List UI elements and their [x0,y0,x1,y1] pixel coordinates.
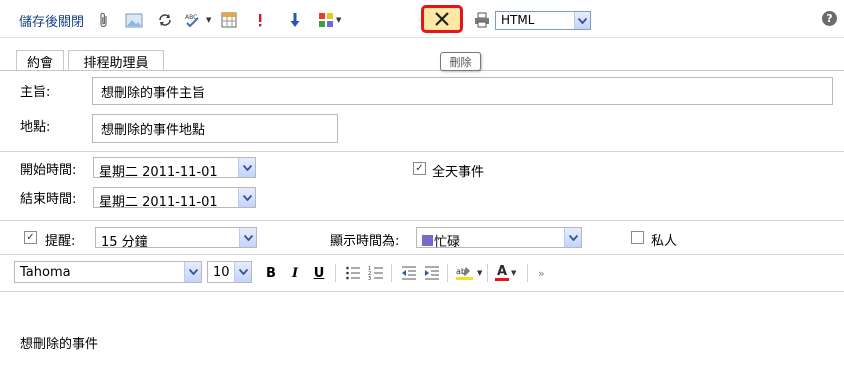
chevron-down-icon[interactable] [238,188,255,207]
chevron-down-icon[interactable] [239,228,256,247]
separator [527,264,528,282]
end-date-select[interactable]: 星期二 2011-11-01 [93,187,256,210]
message-format-select[interactable]: HTML [495,11,591,30]
spell-check-icon[interactable]: ABC ▼ [184,11,211,29]
location-label: 地點: [20,120,51,135]
all-day-label: 全天事件 [432,165,485,180]
recurrence-icon[interactable] [157,11,173,29]
message-body[interactable]: 想刪除的事件 [20,333,98,352]
separator [335,264,336,282]
font-family-value: Tahoma [20,265,71,280]
numbered-list-icon[interactable]: 123 [368,264,384,282]
chevron-down-icon: ▼ [477,269,483,277]
insert-table-icon[interactable] [221,11,237,29]
start-date-value: 星期二 2011-11-01 [99,165,218,180]
importance-high-icon[interactable] [257,11,263,29]
save-and-close-button[interactable]: 儲存後關閉 [19,11,84,30]
font-size-value: 10 [213,265,230,280]
location-input[interactable]: 想刪除的事件地點 [92,114,338,143]
font-color-glyph: A [496,263,508,279]
subject-input[interactable]: 想刪除的事件主旨 [92,77,833,105]
end-date-value: 星期二 2011-11-01 [99,195,218,210]
divider [0,254,844,255]
chevron-down-icon[interactable] [234,262,251,282]
bullet-list-icon[interactable] [345,264,361,282]
separator [487,264,488,282]
message-format-value: HTML [501,13,535,27]
separator [391,264,392,282]
importance-low-icon[interactable] [290,11,300,29]
show-as-value: 忙碌 [434,235,461,250]
start-date-select[interactable]: 星期二 2011-11-01 [93,157,256,180]
reminder-select[interactable]: 15 分鐘 [95,227,257,250]
more-options-icon[interactable]: » [538,264,545,282]
highlight-icon[interactable]: ab ▼ [455,264,482,282]
divider [0,151,844,152]
print-icon[interactable] [474,11,490,29]
end-time-label: 結束時間: [20,192,77,207]
chevron-down-icon[interactable] [574,12,590,29]
tab-scheduling-assistant[interactable]: 排程助理員 [68,50,164,71]
help-icon[interactable]: ? [822,11,837,26]
chevron-down-icon[interactable] [564,228,581,247]
chevron-down-icon: ▼ [511,269,517,277]
bold-button[interactable]: B [264,261,278,285]
subject-label: 主旨: [20,85,51,100]
delete-tooltip: 刪除 [440,52,481,71]
private-checkbox[interactable] [631,231,644,244]
font-family-select[interactable]: Tahoma [14,261,202,283]
svg-text:3: 3 [368,276,371,281]
chevron-down-icon: ▼ [336,16,342,24]
toolbar: 儲存後關閉 ABC ▼ ▼ HTML ? [0,0,844,38]
close-icon [435,12,449,26]
divider [0,220,844,221]
private-label: 私人 [651,234,678,249]
tab-divider [0,70,844,71]
show-as-label: 顯示時間為: [330,234,400,249]
tab-appointment[interactable]: 約會 [16,50,64,71]
increase-indent-icon[interactable] [424,264,440,282]
attach-icon[interactable] [99,11,109,29]
chevron-down-icon: ▼ [206,16,212,24]
chevron-down-icon[interactable] [184,262,201,282]
start-time-label: 開始時間: [20,163,77,178]
decrease-indent-icon[interactable] [401,264,417,282]
reminder-checkbox[interactable]: ✓ [24,231,37,244]
show-as-select[interactable]: 忙碌 [416,227,582,250]
separator [447,264,448,282]
busy-color-swatch [422,235,433,246]
font-size-select[interactable]: 10 [207,261,252,283]
italic-button[interactable]: I [288,261,302,285]
chevron-down-icon[interactable] [238,158,255,177]
reminder-label: 提醒: [45,234,76,249]
font-color-swatch [495,277,509,281]
underline-button[interactable]: U [312,261,326,285]
font-color-icon[interactable]: A ▼ [495,264,516,282]
insert-image-icon[interactable] [125,11,143,29]
divider [0,291,844,292]
delete-button[interactable] [421,5,463,33]
all-day-checkbox[interactable]: ✓ [413,162,426,175]
categorize-icon[interactable]: ▼ [318,11,341,29]
show-as-option: 忙碌 [422,231,460,250]
reminder-value: 15 分鐘 [101,235,148,250]
